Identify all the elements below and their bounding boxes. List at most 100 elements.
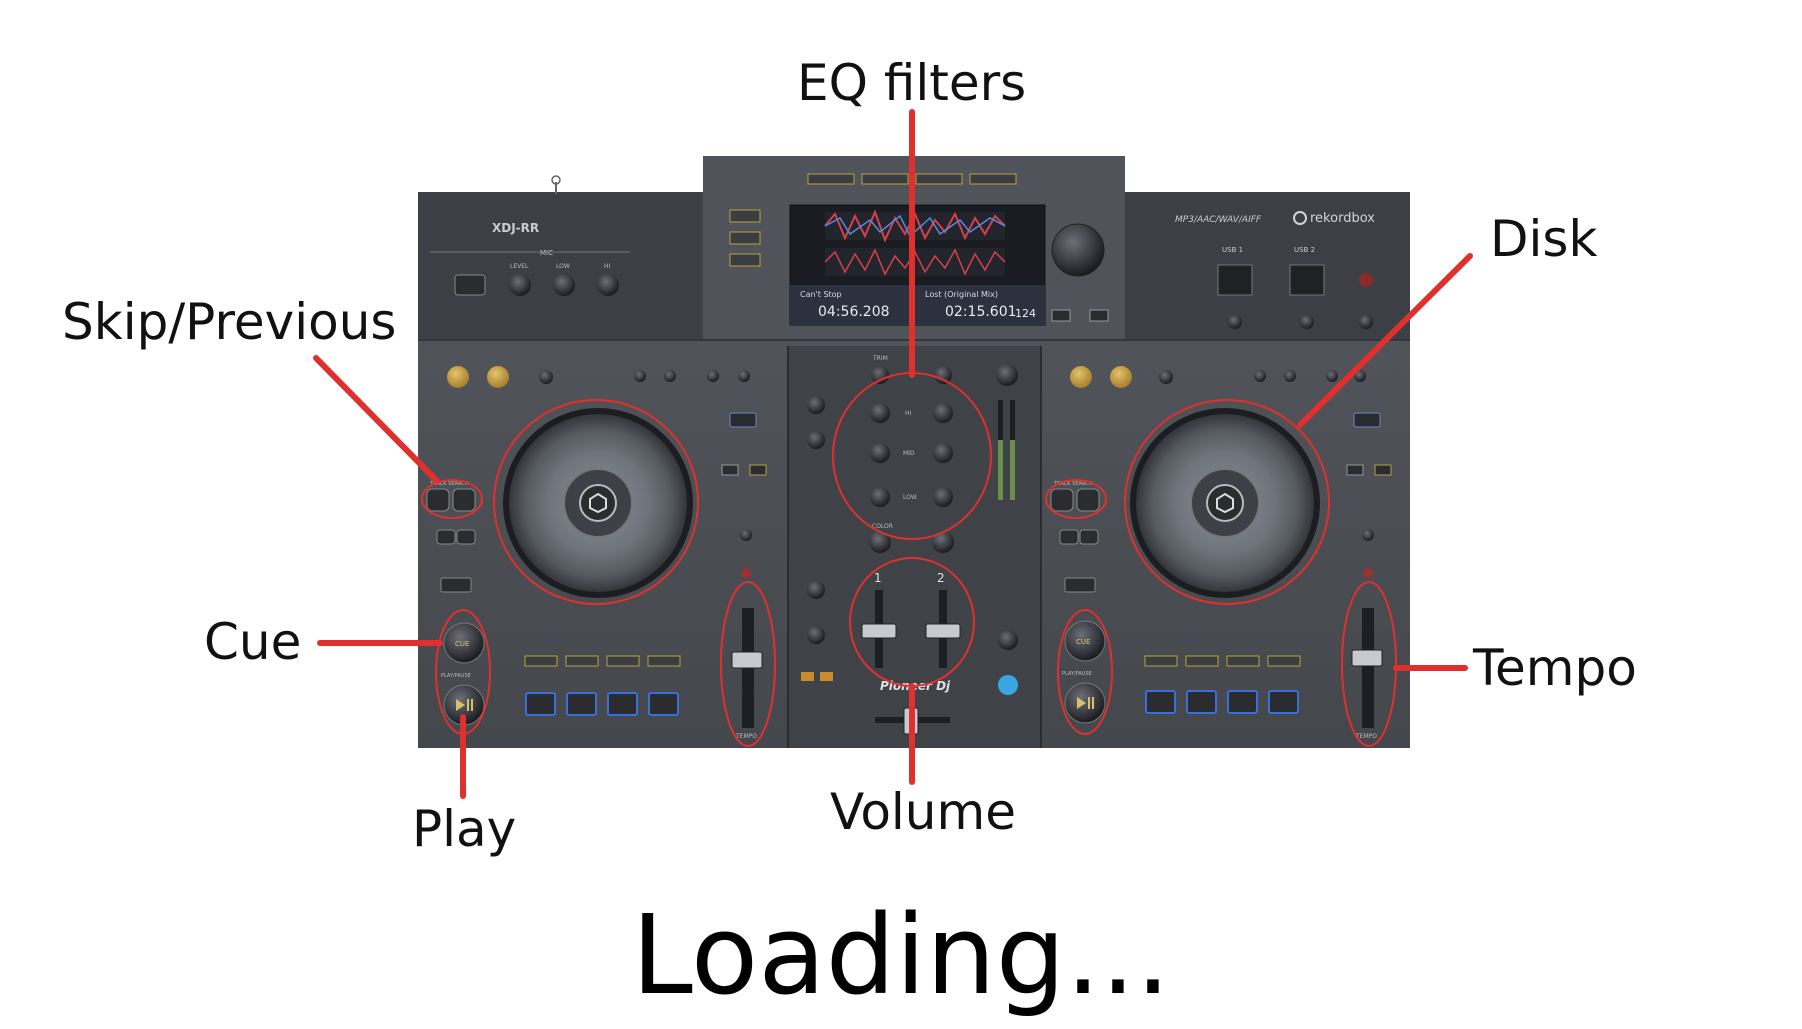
info-button[interactable] — [915, 173, 963, 185]
right-cueloop-2[interactable] — [1284, 370, 1296, 382]
right-pad-mode-sliploop[interactable] — [1226, 655, 1260, 667]
left-out-button[interactable] — [487, 366, 509, 388]
right-cueloop-1[interactable] — [1254, 370, 1266, 382]
left-pad-4[interactable] — [648, 692, 679, 716]
right-tempo-range-button[interactable] — [1362, 529, 1374, 541]
right-master-tempo-button[interactable] — [1363, 568, 1373, 578]
mixer-low-1[interactable] — [870, 487, 890, 507]
channel-fader-1[interactable] — [861, 623, 897, 639]
left-cueloop-1[interactable] — [634, 370, 646, 382]
mic-channel-trim[interactable] — [807, 396, 825, 414]
right-out-button[interactable] — [1110, 366, 1132, 388]
right-search-fwd[interactable] — [1079, 529, 1099, 545]
right-beat-sync-a[interactable] — [1346, 464, 1364, 476]
left-delete-button[interactable] — [707, 370, 719, 382]
headphones-level-knob[interactable] — [807, 626, 825, 644]
mic-hi-knob[interactable] — [597, 274, 619, 296]
menu-button[interactable] — [969, 173, 1017, 185]
right-beat-sync-b[interactable] — [1374, 464, 1392, 476]
right-shift-button[interactable] — [1064, 577, 1096, 593]
left-pad-mode-hotcue[interactable] — [524, 655, 558, 667]
browse-button[interactable] — [807, 173, 855, 185]
mixer-hi-label: HI — [905, 410, 912, 417]
right-reloop-button[interactable] — [1159, 370, 1173, 384]
right-pad-mode-hotcue[interactable] — [1144, 655, 1178, 667]
rotary-selector[interactable] — [1051, 223, 1105, 277]
left-reloop-button[interactable] — [539, 370, 553, 384]
left-cueloop-2[interactable] — [664, 370, 676, 382]
left-source-button[interactable] — [729, 209, 761, 223]
mixer-low-2[interactable] — [933, 487, 953, 507]
left-pad-3[interactable] — [607, 692, 638, 716]
level-meter-left — [998, 400, 1003, 500]
left-shift-button[interactable] — [440, 577, 472, 593]
mic-switch[interactable] — [454, 274, 486, 296]
usb2-stop-button[interactable] — [1300, 315, 1314, 329]
load-button-2[interactable] — [1089, 309, 1109, 322]
label-disk: Disk — [1490, 210, 1598, 268]
taglist-button[interactable] — [861, 173, 909, 185]
left-track-search-prev[interactable] — [426, 488, 450, 512]
left-tempo-fader[interactable] — [731, 651, 763, 669]
left-source-button-2[interactable] — [729, 231, 761, 245]
mixer-trim-1[interactable] — [871, 366, 889, 384]
left-tempo-label: TEMPO — [735, 733, 757, 740]
mic-hi-label: HI — [604, 263, 611, 270]
left-pad-1[interactable] — [525, 692, 556, 716]
mic-channel-eq[interactable] — [807, 431, 825, 449]
right-pad-2[interactable] — [1186, 690, 1217, 714]
left-tempo-range-button[interactable] — [740, 529, 752, 541]
cue-button-ch1[interactable] — [801, 672, 814, 681]
fx-level-knob[interactable] — [998, 630, 1018, 650]
right-pad-1[interactable] — [1145, 690, 1176, 714]
left-pad-mode-beatloop[interactable] — [565, 655, 599, 667]
right-delete-button[interactable] — [1326, 370, 1338, 382]
usb1-port[interactable] — [1217, 264, 1253, 296]
left-pad-mode-sliploop[interactable] — [606, 655, 640, 667]
cue-button-ch2[interactable] — [820, 672, 833, 681]
mic-low-knob[interactable] — [553, 274, 575, 296]
right-cue-button-label: CUE — [1076, 638, 1090, 646]
right-track-search-prev[interactable] — [1050, 488, 1074, 512]
track-mark-button[interactable] — [1359, 315, 1373, 329]
master-level-knob[interactable] — [996, 364, 1018, 386]
left-beat-sync-b[interactable] — [749, 464, 767, 476]
mixer-hi-2[interactable] — [933, 403, 953, 423]
mixer-mid-1[interactable] — [870, 443, 890, 463]
right-pad-4[interactable] — [1268, 690, 1299, 714]
channel-fader-2[interactable] — [925, 623, 961, 639]
deck1-track: Can't Stop — [800, 290, 842, 299]
left-beat-sync-a[interactable] — [721, 464, 739, 476]
label-cue: Cue — [204, 613, 302, 671]
right-track-search-next[interactable] — [1076, 488, 1100, 512]
left-search-back[interactable] — [436, 529, 456, 545]
left-pad-2[interactable] — [566, 692, 597, 716]
mic-level-knob[interactable] — [509, 274, 531, 296]
left-track-search-next[interactable] — [452, 488, 476, 512]
master-rec-button[interactable] — [1359, 273, 1373, 287]
right-pad-3[interactable] — [1227, 690, 1258, 714]
right-pad-mode-beatjump[interactable] — [1267, 655, 1301, 667]
load-button-1[interactable] — [1051, 309, 1071, 322]
left-pad-mode-beatjump[interactable] — [647, 655, 681, 667]
mixer-hi-1[interactable] — [870, 403, 890, 423]
fx-on-button[interactable] — [998, 675, 1018, 695]
right-tempo-fader[interactable] — [1351, 649, 1383, 667]
left-source-button-3[interactable] — [729, 253, 761, 267]
usb1-stop-button[interactable] — [1228, 315, 1242, 329]
usb2-port[interactable] — [1289, 264, 1325, 296]
left-in-button[interactable] — [447, 366, 469, 388]
mixer-mid-2[interactable] — [933, 443, 953, 463]
headphones-mixing-knob[interactable] — [807, 581, 825, 599]
mixer-trim-label: TRIM — [872, 355, 888, 362]
left-jog-mode-button[interactable] — [729, 412, 757, 428]
right-search-back[interactable] — [1059, 529, 1079, 545]
left-search-fwd[interactable] — [456, 529, 476, 545]
channel-2-number: 2 — [937, 571, 945, 585]
right-pad-mode-beatloop[interactable] — [1185, 655, 1219, 667]
right-in-button[interactable] — [1070, 366, 1092, 388]
left-master-tempo-button[interactable] — [741, 568, 751, 578]
mixer-trim-2[interactable] — [934, 366, 952, 384]
right-jog-mode-button[interactable] — [1353, 412, 1381, 428]
left-memory-button[interactable] — [738, 370, 750, 382]
